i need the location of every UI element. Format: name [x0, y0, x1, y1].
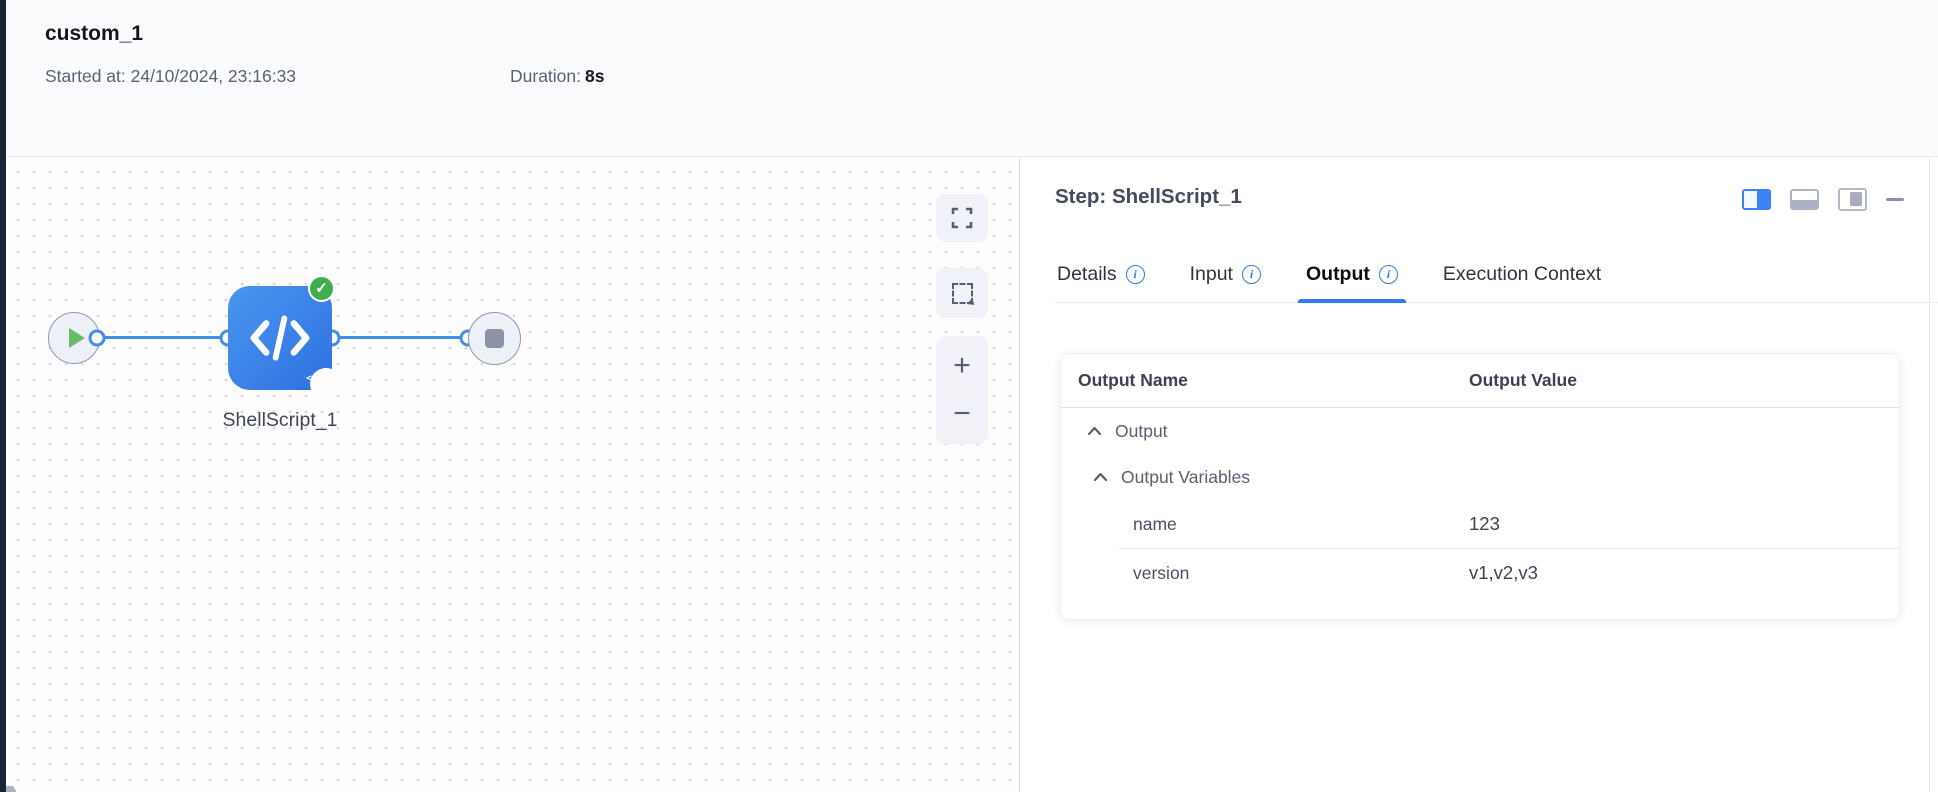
- node-label: ShellScript_1: [222, 409, 338, 431]
- run-started-at: Started at: 24/10/2024, 23:16:33: [45, 66, 297, 86]
- info-icon[interactable]: i: [1125, 264, 1145, 284]
- code-icon: [250, 315, 310, 361]
- step-tabs: Details i Input i Output i Execution Con…: [1055, 246, 1938, 303]
- tab-execution-context-label: Execution Context: [1442, 262, 1602, 285]
- fit-view-button[interactable]: [936, 194, 988, 242]
- chevron-up-icon[interactable]: [1093, 472, 1108, 482]
- column-output-name: Output Name: [1078, 370, 1188, 390]
- split-horizontal-icon[interactable]: [1790, 189, 1819, 210]
- output-value: v1,v2,v3: [1469, 562, 1538, 583]
- tab-input-label: Input: [1189, 262, 1233, 285]
- table-row-output-variables-group[interactable]: Output Variables: [1061, 454, 1899, 500]
- run-duration-value: 8s: [585, 66, 605, 86]
- run-header: custom_1 Started at: 24/10/2024, 23:16:3…: [6, 0, 1938, 157]
- tab-details[interactable]: Details i: [1055, 246, 1147, 302]
- table-row-output-group[interactable]: Output: [1061, 408, 1899, 454]
- zoom-in-button[interactable]: +: [936, 342, 988, 390]
- zoom-control: + −: [936, 336, 988, 444]
- column-output-value: Output Value: [1469, 370, 1577, 390]
- step-panel: Step: ShellScript_1 Details i Input i Ou…: [1021, 158, 1938, 792]
- end-node[interactable]: [468, 312, 521, 365]
- group-label: Output Variables: [1121, 466, 1251, 487]
- info-icon[interactable]: i: [1241, 264, 1261, 284]
- connection-port[interactable]: [88, 329, 106, 347]
- play-icon: [68, 328, 85, 348]
- table-row-version: version v1,v2,v3: [1061, 549, 1899, 597]
- output-table-header: Output Name Output Value: [1061, 354, 1899, 407]
- run-duration-label: Duration:: [510, 66, 582, 86]
- tab-execution-context[interactable]: Execution Context: [1441, 246, 1603, 302]
- node-type-badge: </>: [305, 373, 324, 384]
- check-icon: ✓: [308, 275, 335, 302]
- expand-icon: [951, 207, 973, 229]
- marquee-select-button[interactable]: [936, 268, 988, 318]
- marquee-icon: [951, 282, 973, 304]
- panel-right-icon[interactable]: [1838, 188, 1867, 211]
- output-value: 123: [1469, 513, 1500, 534]
- zoom-out-button[interactable]: −: [936, 390, 988, 438]
- info-icon[interactable]: i: [1378, 264, 1398, 284]
- tab-details-label: Details: [1057, 262, 1117, 285]
- output-table-card: Output Name Output Value Output Output V…: [1060, 353, 1900, 620]
- run-title: custom_1: [45, 22, 144, 45]
- tab-output-label: Output: [1305, 262, 1370, 285]
- tab-output[interactable]: Output i: [1297, 246, 1406, 303]
- workflow-canvas[interactable]: </> ✓ ShellScript_1 + −: [6, 158, 1020, 792]
- stop-icon: [485, 329, 504, 348]
- shellscript-node[interactable]: </> ✓: [228, 275, 342, 400]
- chevron-up-icon[interactable]: [1087, 426, 1102, 436]
- output-name: version: [1133, 562, 1190, 583]
- output-name: name: [1133, 513, 1177, 534]
- panel-layout-controls: [1742, 188, 1904, 211]
- minimize-icon[interactable]: [1886, 197, 1904, 202]
- table-row-name: name 123: [1061, 500, 1899, 548]
- tab-input[interactable]: Input i: [1188, 246, 1263, 302]
- run-duration: Duration: 8s: [510, 66, 604, 87]
- split-vertical-icon[interactable]: [1742, 189, 1771, 210]
- group-label: Output: [1115, 420, 1168, 441]
- workflow-run-screen: custom_1 Started at: 24/10/2024, 23:16:3…: [0, 0, 1938, 792]
- step-panel-title: Step: ShellScript_1: [1055, 185, 1242, 208]
- expand-sidebar-handle[interactable]: [6, 786, 28, 792]
